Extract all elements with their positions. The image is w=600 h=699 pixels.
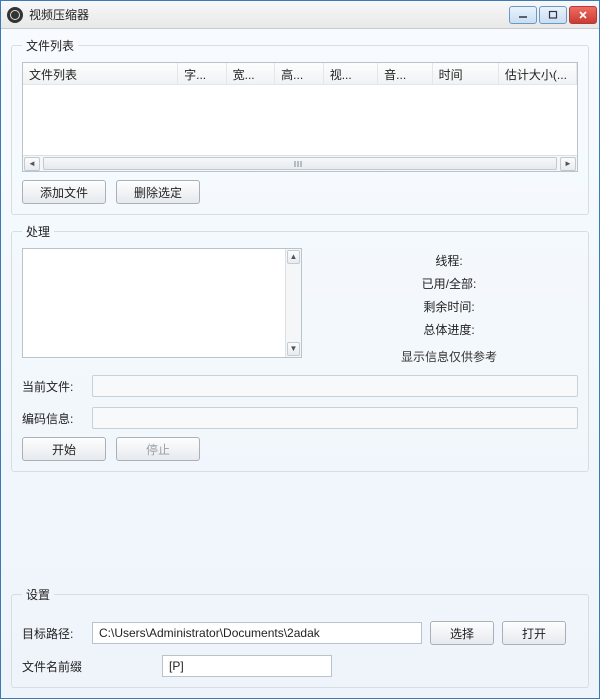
settings-group: 设置 目标路径: 选择 打开 文件名前缀 <box>11 586 589 688</box>
target-path-input[interactable] <box>92 622 422 644</box>
chevron-left-icon: ◄ <box>28 160 36 168</box>
encode-info-row: 编码信息: <box>22 407 578 429</box>
maximize-button[interactable] <box>539 6 567 24</box>
scroll-up-button[interactable]: ▲ <box>287 250 300 264</box>
file-list-legend: 文件列表 <box>22 37 78 54</box>
column-header[interactable]: 估计大小(... <box>499 63 577 84</box>
log-textarea[interactable]: ▲ ▼ <box>22 248 302 358</box>
filename-prefix-label: 文件名前缀 <box>22 658 94 675</box>
file-list-buttons: 添加文件 删除选定 <box>22 180 578 204</box>
threads-label: 线程: <box>349 252 549 269</box>
column-header[interactable]: 时间 <box>433 63 499 84</box>
overall-progress-label: 总体进度: <box>349 321 549 338</box>
chevron-down-icon: ▼ <box>290 345 298 353</box>
filename-prefix-row: 文件名前缀 <box>22 655 578 677</box>
current-file-label: 当前文件: <box>22 378 84 395</box>
vertical-scrollbar[interactable]: ▲ ▼ <box>285 249 301 357</box>
close-icon <box>578 10 588 20</box>
titlebar: 视频压缩器 <box>1 1 599 29</box>
remove-selected-button[interactable]: 删除选定 <box>116 180 200 204</box>
column-header[interactable]: 文件列表 <box>23 63 178 84</box>
scrollbar-track[interactable] <box>43 157 557 170</box>
target-path-row: 目标路径: 选择 打开 <box>22 621 578 645</box>
open-button[interactable]: 打开 <box>502 621 566 645</box>
processing-body: ▲ ▼ 线程: 已用/全部: 剩余时间: 总体进度: 显示信息仅供参考 <box>22 248 578 365</box>
window-controls <box>509 6 597 24</box>
maximize-icon <box>548 10 558 20</box>
app-window: 视频压缩器 文件列表 文件列表 字... 宽... 高... 视... <box>0 0 600 699</box>
used-total-label: 已用/全部: <box>349 275 549 292</box>
app-icon <box>7 7 23 23</box>
choose-button[interactable]: 选择 <box>430 621 494 645</box>
file-list-view[interactable]: 文件列表 字... 宽... 高... 视... 音... 时间 估计大小(..… <box>22 62 578 172</box>
scroll-left-button[interactable]: ◄ <box>24 157 40 171</box>
column-header[interactable]: 字... <box>178 63 227 84</box>
add-file-button[interactable]: 添加文件 <box>22 180 106 204</box>
minimize-button[interactable] <box>509 6 537 24</box>
current-file-row: 当前文件: <box>22 375 578 397</box>
processing-buttons: 开始 停止 <box>22 437 578 461</box>
spacer <box>11 480 589 578</box>
current-file-value <box>92 375 578 397</box>
column-header[interactable]: 高... <box>275 63 324 84</box>
close-button[interactable] <box>569 6 597 24</box>
remaining-time-label: 剩余时间: <box>349 298 549 315</box>
file-list-body[interactable] <box>23 85 577 155</box>
settings-legend: 设置 <box>22 586 54 603</box>
stop-button[interactable]: 停止 <box>116 437 200 461</box>
scroll-right-button[interactable]: ► <box>560 157 576 171</box>
chevron-up-icon: ▲ <box>290 253 298 261</box>
column-header[interactable]: 音... <box>378 63 432 84</box>
column-header[interactable]: 视... <box>324 63 378 84</box>
encode-info-label: 编码信息: <box>22 410 84 427</box>
app-title: 视频压缩器 <box>29 6 509 23</box>
info-note: 显示信息仅供参考 <box>349 348 549 365</box>
start-button[interactable]: 开始 <box>22 437 106 461</box>
minimize-icon <box>518 10 528 20</box>
column-header[interactable]: 宽... <box>227 63 276 84</box>
file-list-header[interactable]: 文件列表 字... 宽... 高... 视... 音... 时间 估计大小(..… <box>23 63 577 85</box>
target-path-label: 目标路径: <box>22 625 84 642</box>
processing-legend: 处理 <box>22 223 54 240</box>
scrollbar-track[interactable] <box>286 265 301 341</box>
content-area: 文件列表 文件列表 字... 宽... 高... 视... 音... 时间 估计… <box>1 29 599 698</box>
scroll-down-button[interactable]: ▼ <box>287 342 300 356</box>
scrollbar-thumb-grip-icon <box>294 161 306 167</box>
horizontal-scrollbar[interactable]: ◄ ► <box>23 155 577 171</box>
encode-info-value <box>92 407 578 429</box>
processing-group: 处理 ▲ ▼ 线程: 已用/全部: 剩余时间: 总体进度: 显示信息仅供参考 <box>11 223 589 472</box>
filename-prefix-input[interactable] <box>162 655 332 677</box>
file-list-group: 文件列表 文件列表 字... 宽... 高... 视... 音... 时间 估计… <box>11 37 589 215</box>
chevron-right-icon: ► <box>564 160 572 168</box>
stats-panel: 线程: 已用/全部: 剩余时间: 总体进度: 显示信息仅供参考 <box>320 248 578 365</box>
